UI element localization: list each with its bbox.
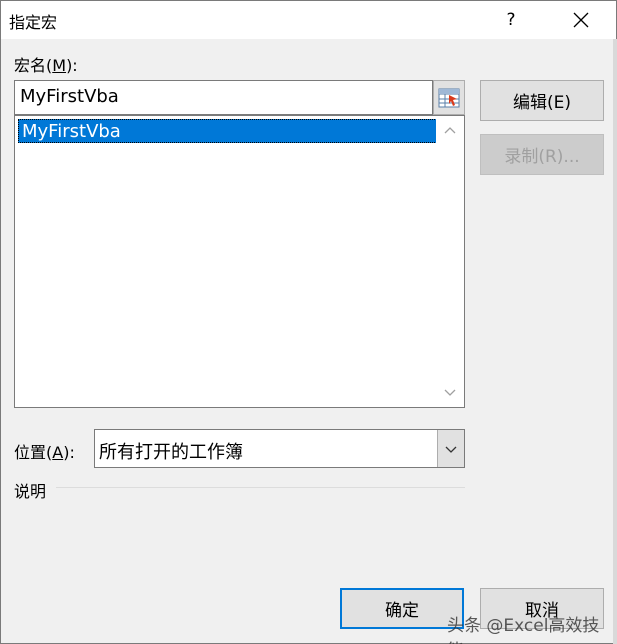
scroll-down-icon[interactable] <box>444 386 456 398</box>
location-dropdown-button[interactable] <box>437 430 464 467</box>
watermark: 头条 @Excel高效技能 <box>447 616 600 644</box>
macro-name-input[interactable]: MyFirstVba <box>14 80 433 115</box>
ok-button[interactable]: 确定 <box>340 588 464 629</box>
location-select-value: 所有打开的工作簿 <box>99 442 243 463</box>
record-button[interactable]: 录制(R)... <box>480 134 604 175</box>
title-bar: 指定宏 ? <box>1 1 616 39</box>
scroll-up-icon[interactable] <box>444 125 456 137</box>
description-label: 说明 <box>14 482 47 501</box>
description-divider <box>56 487 465 488</box>
assign-macro-dialog: 指定宏 ? 宏名(M): MyFirstVba MyFirstVba 编辑(E)… <box>0 0 617 644</box>
location-label: 位置(A): <box>14 443 75 462</box>
macro-name-label: 宏名(M): <box>14 56 78 75</box>
close-icon <box>573 12 589 28</box>
dialog-title: 指定宏 <box>9 13 58 32</box>
collapse-dialog-button[interactable] <box>433 80 465 115</box>
collapse-dialog-icon <box>438 88 460 107</box>
macro-list[interactable]: MyFirstVba <box>14 115 465 408</box>
chevron-down-icon <box>445 446 457 453</box>
help-button[interactable]: ? <box>491 1 531 39</box>
close-button[interactable] <box>553 1 609 39</box>
location-select[interactable]: 所有打开的工作簿 <box>94 429 465 468</box>
edit-button[interactable]: 编辑(E) <box>480 80 604 121</box>
macro-list-item[interactable]: MyFirstVba <box>18 119 437 143</box>
background-sheet-edge <box>613 39 617 644</box>
list-scrollbar[interactable] <box>436 116 464 407</box>
